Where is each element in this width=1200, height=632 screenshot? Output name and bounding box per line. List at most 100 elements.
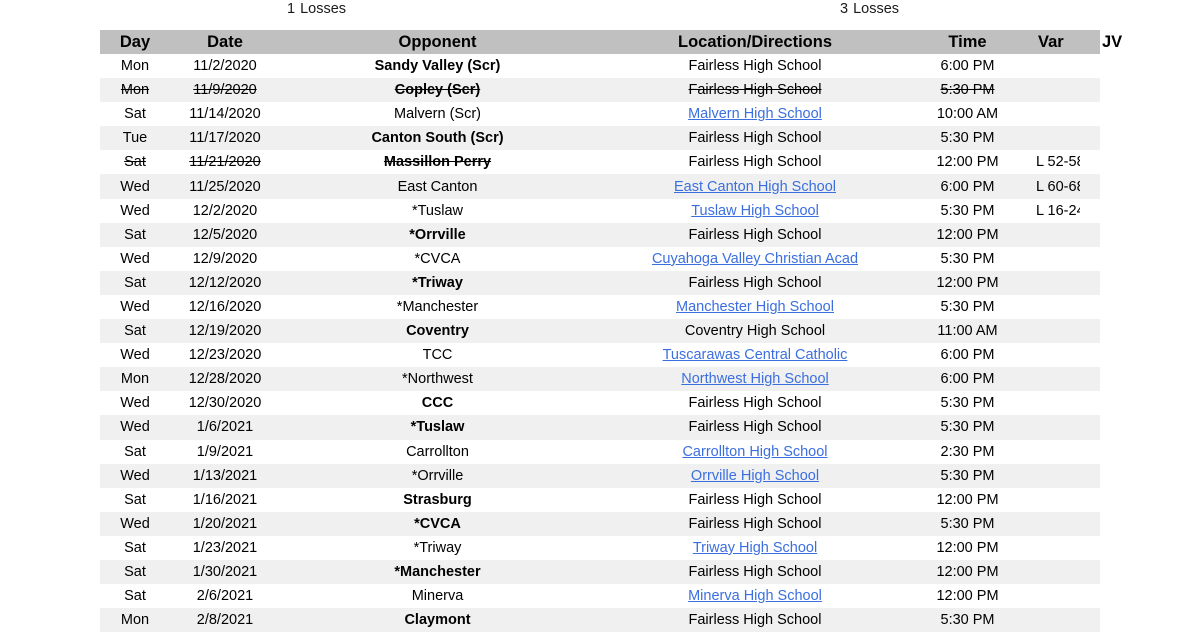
schedule-cell-location-text[interactable]: Cuyahoga Valley Christian Acad (652, 251, 858, 267)
schedule-cell-date: 1/30/2021 (170, 559, 280, 585)
schedule-cell-day-text: Mon (120, 58, 150, 75)
schedule-cell-location-text[interactable]: East Canton High School (674, 179, 836, 195)
schedule-cell-location-text: Coventry High School (684, 323, 826, 340)
schedule-cell-opponent: Massillon Perry (280, 150, 595, 175)
schedule-cell-opponent-text: Coventry (406, 323, 469, 340)
table-row: Sat 2/6/2021 Minerva Minerva High School 12:… (100, 584, 1100, 609)
schedule-cell-location[interactable]: Orrville High School (595, 463, 915, 488)
losses-summary-right: 3 Losses (840, 0, 899, 18)
schedule-cell-time: 2:30 PM (915, 439, 1020, 464)
schedule-cell-day: Sat (100, 270, 170, 295)
table-row: Sat 12/12/2020 *Triway Fairless High School… (100, 270, 1100, 295)
schedule-cell-location[interactable]: Minerva High School (595, 584, 915, 609)
schedule-cell-var (1020, 319, 1080, 344)
column-header-var[interactable]: Var (1020, 30, 1080, 54)
schedule-cell-date: 12/9/2020 (170, 246, 280, 271)
schedule-cell-var (1020, 415, 1080, 440)
schedule-cell-day-text: Mon (120, 82, 150, 99)
schedule-cell-location[interactable]: Northwest High School (595, 367, 915, 392)
table-row: Sat 1/9/2021 Carrollton Carrollton High Sch… (100, 439, 1100, 464)
schedule-cell-time: 11:00 AM (915, 319, 1020, 344)
schedule-cell-day: Mon (100, 608, 170, 632)
schedule-cell-time-text: 2:30 PM (940, 443, 995, 460)
schedule-cell-day: Sat (100, 535, 170, 560)
schedule-cell-day-text: Wed (120, 347, 150, 364)
schedule-cell-time: 6:00 PM (915, 54, 1020, 79)
schedule-cell-location[interactable]: Carrollton High School (595, 439, 915, 464)
schedule-cell-location-text[interactable]: Orrville High School (691, 468, 819, 484)
schedule-cell-jv (1080, 102, 1100, 127)
schedule-cell-location[interactable]: East Canton High School (595, 174, 915, 199)
schedule-cell-time-text: 12:00 PM (936, 539, 999, 556)
schedule-cell-location-text[interactable]: Tuslaw High School (691, 203, 819, 219)
schedule-cell-day-text: Sat (124, 323, 146, 340)
schedule-cell-day: Mon (100, 54, 170, 79)
column-header-location[interactable]: Location/Directions (595, 30, 915, 54)
schedule-cell-time: 12:00 PM (915, 150, 1020, 175)
schedule-cell-opponent-text: *Triway (413, 539, 462, 556)
schedule-cell-location-text[interactable]: Malvern High School (688, 106, 822, 122)
schedule-cell-day: Sat (100, 102, 170, 127)
schedule-cell-opponent: *Tuslaw (280, 415, 595, 440)
schedule-cell-time-text: 12:00 PM (936, 588, 999, 605)
schedule-cell-var (1020, 126, 1080, 151)
schedule-cell-location[interactable]: Cuyahoga Valley Christian Acad (595, 246, 915, 271)
table-row: Wed 1/6/2021 *Tuslaw Fairless High School 5:… (100, 415, 1100, 440)
schedule-cell-opponent-text: Canton South (Scr) (371, 130, 504, 147)
schedule-table: Day Date Opponent Location/Directions Ti… (100, 30, 1122, 632)
schedule-cell-location-text[interactable]: Northwest High School (681, 371, 829, 387)
schedule-cell-time: 5:30 PM (915, 78, 1020, 103)
column-header-opponent[interactable]: Opponent (280, 30, 595, 54)
schedule-cell-time-text: 5:30 PM (940, 419, 995, 436)
schedule-cell-location[interactable]: Triway High School (595, 535, 915, 560)
schedule-cell-jv (1080, 487, 1100, 512)
schedule-cell-day: Wed (100, 294, 170, 320)
schedule-cell-time: 5:30 PM (915, 415, 1020, 440)
schedule-cell-location[interactable]: Malvern High School (595, 102, 915, 127)
schedule-cell-time-text: 5:30 PM (940, 467, 995, 484)
table-row: Mon 12/28/2020 *Northwest Northwest High Sc… (100, 367, 1100, 392)
schedule-cell-jv (1080, 535, 1100, 560)
schedule-cell-time-text: 12:00 PM (936, 564, 999, 581)
schedule-cell-opponent-text: Carrollton (406, 443, 469, 460)
schedule-cell-location-text: Fairless High School (688, 154, 822, 171)
schedule-cell-date-text: 2/8/2021 (196, 612, 254, 629)
schedule-cell-date-text: 12/16/2020 (188, 298, 262, 315)
column-header-date[interactable]: Date (170, 30, 280, 54)
schedule-cell-day: Mon (100, 78, 170, 103)
schedule-cell-location-text[interactable]: Minerva High School (688, 588, 822, 604)
schedule-cell-location-text[interactable]: Manchester High School (676, 299, 834, 315)
schedule-cell-location-text[interactable]: Tuscarawas Central Catholic (663, 347, 848, 363)
schedule-cell-var (1020, 559, 1080, 585)
schedule-cell-day-text: Sat (124, 226, 146, 243)
schedule-cell-location: Fairless High School (595, 54, 915, 79)
schedule-cell-location-text[interactable]: Carrollton High School (682, 444, 827, 460)
schedule-cell-location: Fairless High School (595, 222, 915, 247)
schedule-cell-time-text: 5:30 PM (940, 298, 995, 315)
column-header-jv[interactable]: JV (1080, 30, 1122, 54)
schedule-cell-jv (1080, 246, 1100, 271)
table-row: Mon 2/8/2021 Claymont Fairless High School 5… (100, 608, 1100, 632)
schedule-cell-jv (1080, 367, 1100, 392)
column-header-time[interactable]: Time (915, 30, 1020, 54)
schedule-cell-location[interactable]: Tuscarawas Central Catholic (595, 343, 915, 368)
schedule-cell-jv (1080, 391, 1100, 416)
schedule-cell-date-text: 11/25/2020 (189, 178, 261, 195)
schedule-cell-day: Sat (100, 487, 170, 512)
schedule-cell-location[interactable]: Tuslaw High School (595, 198, 915, 223)
schedule-cell-date: 1/16/2021 (170, 487, 280, 512)
schedule-cell-location: Fairless High School (595, 78, 915, 103)
schedule-cell-opponent-text: *Tuslaw (410, 419, 465, 436)
schedule-cell-jv (1080, 559, 1100, 585)
schedule-cell-location[interactable]: Manchester High School (595, 294, 915, 320)
losses-count-left: 1 (287, 1, 296, 17)
schedule-cell-date-text: 1/9/2021 (196, 443, 254, 460)
schedule-cell-location-text[interactable]: Triway High School (693, 540, 817, 556)
schedule-cell-time-text: 5:30 PM (940, 612, 995, 629)
header-row: Day Date Opponent Location/Directions Ti… (100, 30, 1122, 54)
schedule-cell-jv (1080, 54, 1100, 79)
column-header-day[interactable]: Day (100, 30, 170, 54)
schedule-cell-jv (1080, 270, 1100, 295)
schedule-cell-jv (1080, 608, 1100, 632)
schedule-cell-var (1020, 54, 1080, 79)
